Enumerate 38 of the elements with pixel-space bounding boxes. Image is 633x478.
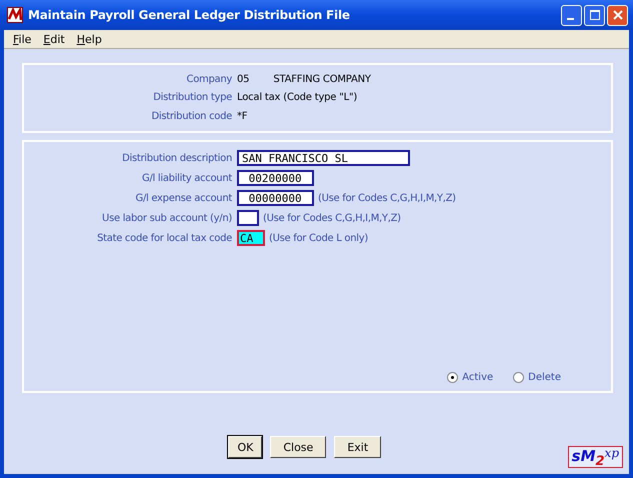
menu-item[interactable]: File xyxy=(7,32,38,46)
field-label: Use labor sub account (y/n) xyxy=(101,212,233,224)
close-button[interactable] xyxy=(607,4,628,26)
radio-label: Active xyxy=(462,372,494,383)
field-label: Distribution description xyxy=(121,152,233,164)
radio-button[interactable] xyxy=(513,372,524,383)
hint-text: (Use for Code L only) xyxy=(269,232,368,244)
field-label: Company xyxy=(186,74,233,86)
dialog-button[interactable]: Close xyxy=(270,436,326,458)
field-value: STAFFING COMPANY xyxy=(273,74,371,86)
menu-item[interactable]: Edit xyxy=(37,32,71,46)
field-label: Distribution code xyxy=(150,110,233,122)
radio-label: Delete xyxy=(528,372,561,383)
hint-text: (Use for Codes C,G,H,I,M,Y,Z) xyxy=(318,192,456,204)
close-icon xyxy=(612,9,624,21)
field-label: Distribution type xyxy=(152,92,233,104)
input-field[interactable]: CA xyxy=(237,230,265,246)
field-label: State code for local tax code xyxy=(96,232,233,244)
maximize-icon xyxy=(588,9,600,21)
input-field[interactable]: SAN FRANCISCO SL xyxy=(237,150,410,166)
minimize-icon xyxy=(566,18,574,20)
input-field[interactable]: 00000000 xyxy=(237,190,314,206)
menu-item[interactable]: Help xyxy=(70,32,108,46)
hint-text: (Use for Codes C,G,H,I,M,Y,Z) xyxy=(263,212,401,224)
field-label: G/l expense account xyxy=(134,192,233,204)
maximize-button[interactable] xyxy=(584,4,605,26)
dialog-button[interactable]: Exit xyxy=(334,436,382,458)
radio-button[interactable] xyxy=(447,372,458,383)
input-field[interactable]: 00200000 xyxy=(237,170,314,186)
minimize-button[interactable] xyxy=(561,4,582,26)
window-title: Maintain Payroll General Ledger Distribution File xyxy=(28,8,351,22)
input-field[interactable] xyxy=(237,210,259,226)
dialog-button[interactable]: OK xyxy=(228,436,262,458)
app-icon xyxy=(7,7,23,23)
field-value: 05 xyxy=(237,74,250,86)
field-value: Local tax (Code type "L") xyxy=(237,92,358,104)
field-value: *F xyxy=(237,110,248,122)
field-label: G/l liability account xyxy=(141,172,233,184)
